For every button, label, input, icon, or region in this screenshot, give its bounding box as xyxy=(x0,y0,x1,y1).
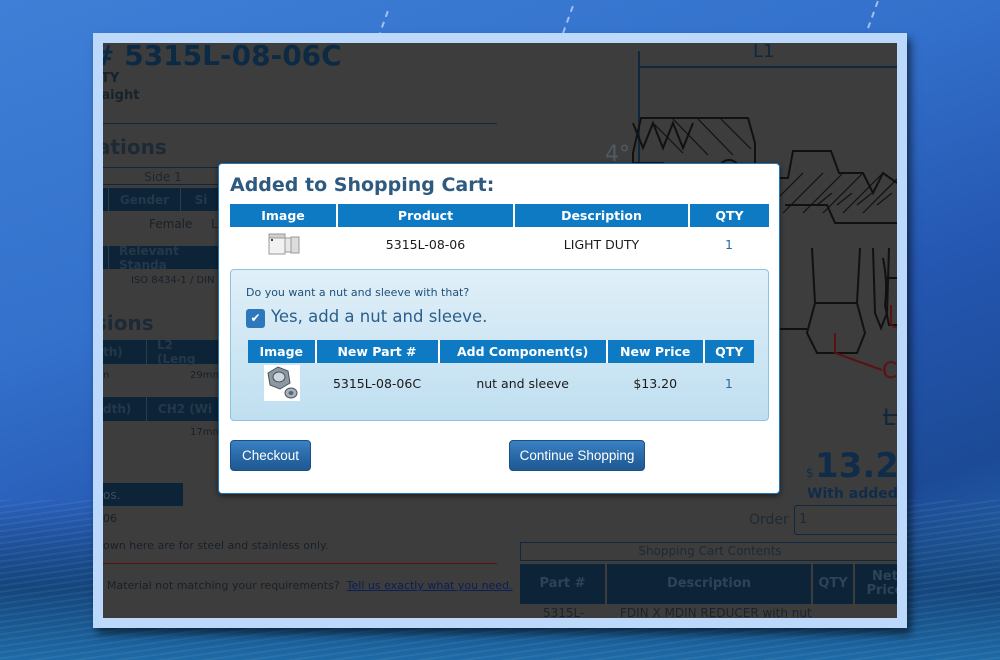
product-title: # 5315L-08-06C xyxy=(103,43,342,72)
added-item-header-row: Image Product Description QTY xyxy=(230,204,769,227)
nut-and-sleeve-thumbnail-icon xyxy=(263,365,300,401)
standards-value: ISO 8434-1 / DIN 2 xyxy=(131,275,225,286)
upsell-header-image: Image xyxy=(248,340,317,363)
spec-gender-value: Female xyxy=(149,217,193,231)
tell-us-link[interactable]: Tell us exactly what you need. xyxy=(347,579,513,592)
note-bar: os. xyxy=(103,483,183,506)
upsell-table: Image New Part # Add Component(s) New Pr… xyxy=(248,340,754,403)
upsell-header-components: Add Component(s) xyxy=(438,340,608,363)
product-type: raight xyxy=(103,88,140,103)
spec-header-size: Si xyxy=(194,192,208,207)
standards-header-row: Relevant Standa xyxy=(103,243,223,272)
cart-table-header: Part # Description QTY Net Price xyxy=(520,564,897,604)
drawing-label-callout: C xyxy=(882,359,897,384)
technical-drawing-right: C xyxy=(777,193,897,384)
note-bar-text: os. xyxy=(103,487,121,502)
standards-header: Relevant Standa xyxy=(119,243,179,272)
drawing-label-l2: L2 xyxy=(883,406,897,431)
upsell-header-new-part: New Part # xyxy=(315,340,440,363)
fitting-thumbnail-icon xyxy=(268,233,299,255)
item-product: 5315L-08-06 xyxy=(385,236,466,252)
drawing-label-l1: L1 xyxy=(753,43,774,62)
upsell-question: Do you want a nut and sleeve with that? xyxy=(246,286,470,299)
cart-row-part: 5315L- xyxy=(543,606,585,618)
header-image: Image xyxy=(230,204,338,227)
table-row: 5315L-08-06 LIGHT DUTY 1 xyxy=(230,227,769,261)
item-description: LIGHT DUTY xyxy=(563,236,640,252)
continue-shopping-button[interactable]: Continue Shopping xyxy=(509,440,645,471)
upsell-new-price: $13.20 xyxy=(633,375,678,391)
specifications-heading: ations xyxy=(103,135,167,159)
order-qty-input[interactable]: 1 xyxy=(794,505,897,535)
dim-header-4: CH2 (Wi xyxy=(157,402,213,416)
upsell-header-qty: QTY xyxy=(703,340,754,363)
upsell-qty: 1 xyxy=(724,375,733,391)
spec-header-gender: Gender xyxy=(109,188,181,211)
red-divider xyxy=(103,563,497,564)
upsell-header-new-price: New Price xyxy=(606,340,705,363)
material-question-line: Material not matching your requirements?… xyxy=(107,579,513,592)
item-image-cell xyxy=(230,227,337,261)
dim-header-1: th) xyxy=(103,340,147,364)
side-label: Side 1 xyxy=(103,167,223,185)
checkmark-icon: ✔ xyxy=(250,311,261,325)
upsell-component: nut and sleeve xyxy=(476,375,569,391)
upsell-new-part: 5315L-08-06C xyxy=(332,375,422,391)
item-qty: 1 xyxy=(725,236,733,252)
material-question: Material not matching your requirements? xyxy=(107,579,340,592)
cart-header-net-price: Net Price xyxy=(855,564,897,604)
price-currency: $ xyxy=(806,466,814,480)
material-note: own here are for steel and stainless onl… xyxy=(103,539,329,552)
dim-header-3: dth) xyxy=(103,397,147,421)
header-qty: QTY xyxy=(689,204,769,227)
add-nut-sleeve-checkbox[interactable]: ✔ xyxy=(246,309,265,328)
table-row: 5315L-08-06C nut and sleeve $13.20 1 xyxy=(248,363,754,403)
added-item-table: Image Product Description QTY 5315L-08-0… xyxy=(230,204,769,261)
cart-row-description: FDIN X MDIN REDUCER with nut xyxy=(620,606,812,618)
upsell-header-row: Image New Part # Add Component(s) New Pr… xyxy=(248,340,754,363)
order-label: Order xyxy=(749,512,789,528)
spec-header-row: Gender Si xyxy=(103,188,223,211)
product-subtitle: TY xyxy=(103,71,120,86)
price-note: With added n xyxy=(807,486,897,502)
cart-header-qty: QTY xyxy=(813,564,853,604)
note-value: 06 xyxy=(103,512,117,525)
price-value: 13.20 xyxy=(815,446,897,486)
cart-header-part: Part # xyxy=(520,564,605,604)
add-nut-sleeve-label[interactable]: Yes, add a nut and sleeve. xyxy=(271,307,487,326)
divider xyxy=(103,123,497,124)
dim-value-1: n xyxy=(103,370,110,381)
checkout-button[interactable]: Checkout xyxy=(230,440,311,471)
cart-header-description: Description xyxy=(607,564,811,604)
added-to-cart-modal: Added to Shopping Cart: Image Product De… xyxy=(218,163,780,494)
header-product: Product xyxy=(337,204,515,227)
nut-sleeve-upsell-panel: Do you want a nut and sleeve with that? … xyxy=(230,269,769,421)
dim-header-2: L2 (Leng xyxy=(157,338,196,366)
dimensions-heading: sions xyxy=(103,311,154,335)
dimension-header-row: th) L2 (Leng xyxy=(103,338,223,366)
dimension-header-row: dth) CH2 (Wi xyxy=(103,397,223,421)
header-description: Description xyxy=(514,204,690,227)
modal-title: Added to Shopping Cart: xyxy=(230,174,495,196)
upsell-image-cell xyxy=(248,363,316,403)
cart-contents-label: Shopping Cart Contents xyxy=(520,542,897,561)
